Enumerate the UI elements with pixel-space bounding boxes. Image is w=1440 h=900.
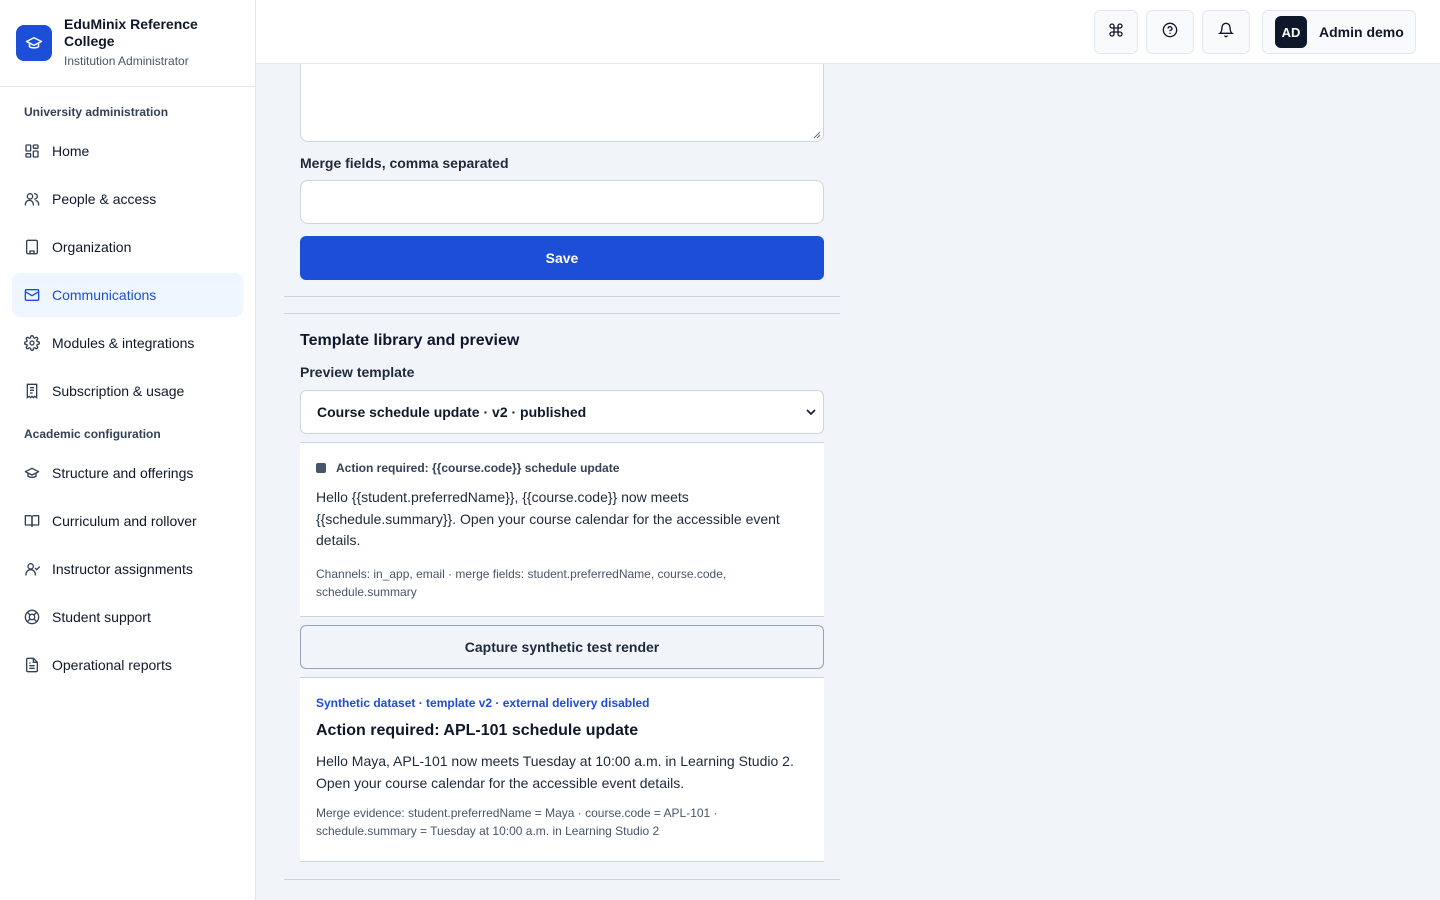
sidebar-item-instructor-assignments[interactable]: Instructor assignments (12, 547, 243, 591)
sidebar-item-communications[interactable]: Communications (12, 273, 243, 317)
sidebar-item-student-support[interactable]: Student support (12, 595, 243, 639)
sidebar-item-subscription-usage[interactable]: Subscription & usage (12, 369, 243, 413)
sidebar-item-curriculum-rollover[interactable]: Curriculum and rollover (12, 499, 243, 543)
main-content: Merge fields, comma separated Save Templ… (256, 64, 1440, 900)
merge-fields-input[interactable] (300, 180, 824, 224)
sidebar-item-label: Communications (52, 287, 157, 303)
user-name: Admin demo (1319, 24, 1404, 40)
preview-template-label: Preview template (300, 364, 415, 380)
sidebar-item-organization[interactable]: Organization (12, 225, 243, 269)
topbar: AD Admin demo (256, 0, 1440, 64)
selected-template-value: Course schedule update · v2 · published (317, 404, 587, 420)
template-subject: Action required: {{course.code}} schedul… (336, 461, 620, 475)
section-title: Template library and preview (300, 332, 520, 349)
sidebar-item-label: Organization (52, 239, 132, 255)
nav-section-university-admin: University administration (24, 105, 169, 119)
users-icon (24, 191, 40, 207)
brand-header: EduMinix Reference College Institution A… (0, 0, 255, 87)
sidebar-item-operational-reports[interactable]: Operational reports (12, 643, 243, 687)
template-editor-panel: Merge fields, comma separated Save (284, 64, 840, 297)
sidebar-item-label: Subscription & usage (52, 383, 185, 399)
template-body-textarea[interactable] (300, 64, 824, 142)
subject-checkbox[interactable] (316, 463, 326, 473)
resize-grip-icon[interactable] (813, 131, 821, 139)
command-palette-button[interactable] (1094, 10, 1138, 54)
dashboard-icon (24, 143, 40, 159)
user-role: Institution Administrator (64, 54, 189, 68)
render-source-badge: Synthetic dataset · template v2 · extern… (316, 696, 650, 710)
bell-icon (1217, 22, 1235, 43)
avatar: AD (1275, 16, 1307, 48)
sidebar-item-structure-offerings[interactable]: Structure and offerings (12, 451, 243, 495)
template-body: Hello {{student.preferredName}}, {{cours… (316, 489, 780, 548)
nav-section-academic-config: Academic configuration (24, 427, 161, 441)
sidebar-item-home[interactable]: Home (12, 129, 243, 173)
sidebar-item-label: Student support (52, 609, 151, 625)
merge-fields-label: Merge fields, comma separated (300, 155, 509, 171)
gear-icon (24, 335, 40, 351)
sidebar-item-label: Home (52, 143, 90, 159)
sidebar-item-people-access[interactable]: People & access (12, 177, 243, 221)
lifebuoy-icon (24, 609, 40, 625)
mail-icon (24, 287, 40, 303)
rendered-output-card: Synthetic dataset · template v2 · extern… (300, 677, 824, 862)
help-icon (1162, 22, 1178, 43)
rendered-subject: Action required: APL-101 schedule update (316, 722, 639, 739)
notifications-button[interactable] (1202, 10, 1250, 54)
template-library-panel: Template library and preview Preview tem… (284, 313, 840, 880)
sidebar-item-label: Structure and offerings (52, 465, 194, 481)
preview-template-select[interactable]: Course schedule update · v2 · published (300, 390, 824, 434)
merge-evidence: Merge evidence: student.preferredName = … (316, 806, 718, 838)
sidebar-item-label: Curriculum and rollover (52, 513, 197, 529)
sidebar-item-label: Modules & integrations (52, 335, 195, 351)
sidebar: EduMinix Reference College Institution A… (0, 0, 256, 900)
template-meta: Channels: in_app, email · merge fields: … (316, 566, 727, 599)
help-button[interactable] (1146, 10, 1194, 54)
sidebar-item-label: People & access (52, 191, 157, 207)
user-menu-button[interactable]: AD Admin demo (1262, 10, 1416, 54)
sidebar-item-label: Operational reports (52, 657, 172, 673)
file-text-icon (24, 657, 40, 673)
command-icon (1108, 22, 1124, 43)
institution-name: EduMinix Reference College (64, 16, 198, 49)
sidebar-item-modules-integrations[interactable]: Modules & integrations (12, 321, 243, 365)
template-preview-card: Action required: {{course.code}} schedul… (300, 442, 824, 617)
graduation-cap-icon (16, 25, 52, 61)
capture-test-render-button[interactable]: Capture synthetic test render (300, 625, 824, 669)
graduation-cap-icon (24, 465, 40, 481)
book-open-icon (24, 513, 40, 529)
building-icon (24, 239, 40, 255)
rendered-body: Hello Maya, APL-101 now meets Tuesday at… (316, 753, 794, 791)
chevron-down-icon (806, 409, 816, 416)
sidebar-item-label: Instructor assignments (52, 561, 193, 577)
receipt-icon (24, 383, 40, 399)
save-button[interactable]: Save (300, 236, 824, 280)
user-icon (24, 561, 40, 577)
